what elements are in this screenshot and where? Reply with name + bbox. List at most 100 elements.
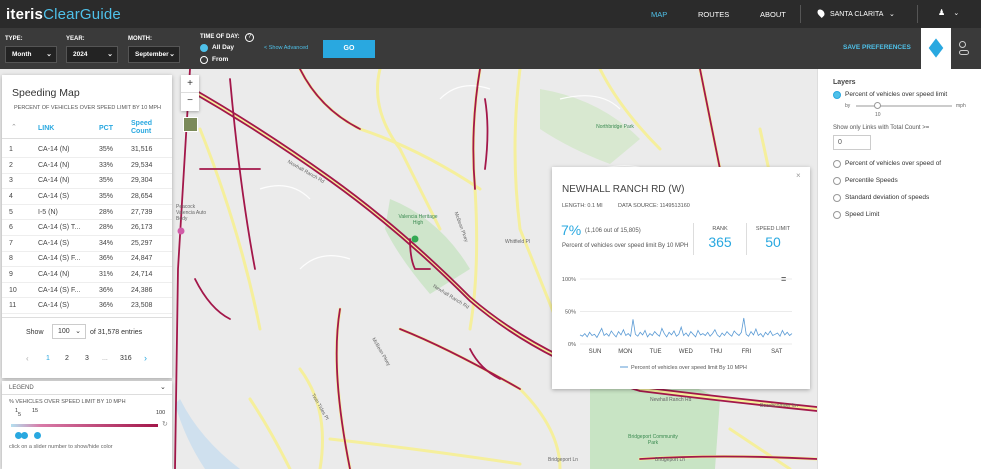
page-316[interactable]: 316 — [120, 355, 132, 362]
route-toggle-button[interactable] — [954, 40, 974, 58]
layer-radio-speed-limit[interactable] — [833, 211, 841, 219]
map-canvas[interactable]: Newhall Ranch Rd Newhall Ranch Rd Newhal… — [0, 69, 817, 469]
month-select[interactable]: September ⌄ — [128, 46, 180, 63]
row-number: 10 — [9, 286, 17, 294]
page-3[interactable]: 3 — [85, 355, 89, 362]
year-select[interactable]: 2024 ⌄ — [66, 46, 118, 63]
user-icon: ♟ — [938, 8, 946, 17]
row-number: 5 — [9, 208, 13, 216]
layer-radio-percentile[interactable] — [833, 177, 841, 185]
col-count[interactable]: Speed Count — [131, 120, 152, 136]
table-row[interactable]: 1 CA-14 (N) 35% 31,516 — [2, 142, 172, 158]
table-row[interactable]: 9 CA-14 (N) 31% 24,714 — [2, 267, 172, 283]
row-pct: 36% — [99, 286, 114, 294]
table-row[interactable]: 3 CA-14 (N) 35% 29,304 — [2, 173, 172, 189]
slider-handle-15[interactable] — [34, 432, 41, 439]
table-row[interactable]: 11 CA-14 (S) 36% 23,508 — [2, 298, 172, 314]
y-tick-label: 50% — [565, 310, 576, 316]
table-row[interactable]: 10 CA-14 (S) F... 36% 24,386 — [2, 282, 172, 298]
table-row[interactable]: 2 CA-14 (N) 33% 29,534 — [2, 158, 172, 174]
table-row[interactable]: 4 CA-14 (S) 35% 28,654 — [2, 189, 172, 205]
top-navbar: iterisClearGuide MAP ROUTES ABOUT SANTA … — [0, 0, 981, 28]
allday-label: All Day — [212, 44, 235, 51]
reset-icon[interactable]: ↻ — [162, 420, 168, 428]
speed-limit-label: SPEED LIMIT — [755, 226, 791, 232]
layer-radio-pct-over-speed[interactable] — [833, 160, 841, 168]
prev-page-icon[interactable]: ‹ — [26, 354, 29, 363]
row-count: 31,516 — [131, 146, 153, 154]
row-number: 11 — [9, 302, 17, 310]
slider-handle-5[interactable] — [21, 432, 28, 439]
mph-slider[interactable] — [856, 105, 952, 107]
page-size-select[interactable]: 100 ⌄ — [52, 324, 86, 339]
nav-about[interactable]: ABOUT — [760, 10, 786, 19]
table-header: ⌃ LINK PCT Speed Count — [2, 119, 172, 139]
from-radio[interactable] — [200, 56, 208, 64]
save-preferences-link[interactable]: SAVE PREFERENCES — [843, 44, 911, 51]
layers-toggle-button[interactable] — [921, 28, 951, 69]
row-number: 3 — [9, 177, 13, 185]
map-label-beachcomber: Beachcomber Ln — [760, 403, 798, 409]
table-row[interactable]: 5 I-5 (N) 28% 27,739 — [2, 204, 172, 220]
by-label: by — [845, 103, 851, 109]
mph-slider-handle[interactable] — [874, 102, 881, 109]
row-link: CA-14 (S) — [38, 239, 70, 247]
layer-radio-pct-over-limit[interactable] — [833, 91, 841, 99]
legend-subtitle: % VEHICLES OVER SPEED LIMIT BY 10 MPH — [9, 399, 126, 405]
help-icon[interactable]: ? — [245, 33, 254, 42]
map-label-peacock: Peacock Valencia Auto Body — [176, 204, 207, 222]
sort-icon[interactable]: ⌃ — [11, 123, 17, 131]
location-selector[interactable]: SANTA CLARITA ⌄ — [816, 8, 895, 18]
row-link: CA-14 (N) — [38, 177, 70, 185]
go-button[interactable]: GO — [323, 40, 375, 58]
layer-radio-stddev[interactable] — [833, 194, 841, 202]
time-of-day-label: TIME OF DAY: — [200, 34, 240, 40]
layers-title: Layers — [833, 79, 856, 86]
user-menu[interactable]: ♟ ⌄ — [938, 8, 959, 17]
filter-bar: TYPE: Month ⌄ YEAR: 2024 ⌄ MONTH: Septembe… — [0, 28, 981, 69]
next-page-icon[interactable]: › — [144, 353, 147, 363]
page-1[interactable]: 1 — [46, 355, 50, 362]
table-row[interactable]: 7 CA-14 (S) 34% 25,297 — [2, 236, 172, 252]
nav-map[interactable]: MAP — [651, 10, 667, 19]
col-link[interactable]: LINK — [38, 125, 54, 132]
nav-routes[interactable]: ROUTES — [698, 10, 729, 19]
tick-100[interactable]: 100 — [156, 410, 165, 416]
zoom-in-button[interactable]: + — [181, 75, 199, 93]
tick-15[interactable]: 15 — [32, 408, 38, 414]
row-number: 9 — [9, 271, 13, 279]
min-count-input[interactable]: 0 — [833, 135, 871, 150]
app-logo[interactable]: iterisClearGuide — [6, 6, 121, 23]
zoom-out-button[interactable]: − — [181, 93, 199, 111]
allday-radio[interactable] — [200, 44, 208, 52]
row-count: 25,297 — [131, 239, 153, 247]
layers-icon — [928, 38, 944, 58]
satellite-view-toggle[interactable] — [183, 117, 198, 132]
row-count: 29,304 — [131, 177, 153, 185]
page-2[interactable]: 2 — [65, 355, 69, 362]
x-tick-label: THU — [710, 349, 722, 355]
row-link: CA-14 (N) — [38, 161, 70, 169]
layer-label-percentile: Percentile Speeds — [845, 177, 898, 184]
from-label: From — [212, 56, 229, 63]
layer-label-stddev: Standard deviation of speeds — [845, 194, 930, 201]
row-pct: 33% — [99, 161, 114, 169]
collapse-icon[interactable]: ⌄ — [160, 383, 166, 391]
row-link: CA-14 (N) — [38, 271, 70, 279]
table-row[interactable]: 6 CA-14 (S) T... 28% 26,173 — [2, 220, 172, 236]
link-info-popup: × NEWHALL RANCH RD (W) LENGTH: 0.1 MI DA… — [552, 167, 810, 389]
legend-gradient-slider[interactable] — [11, 424, 158, 427]
type-select[interactable]: Month ⌄ — [5, 46, 57, 63]
x-tick-label: FRI — [742, 349, 752, 355]
table-row[interactable]: 8 CA-14 (S) F... 36% 24,847 — [2, 251, 172, 267]
row-count: 23,508 — [131, 302, 153, 310]
layer-label-pct-over-limit: Percent of vehicles over speed limit — [845, 91, 948, 98]
show-label: Show — [26, 329, 44, 336]
row-count: 26,173 — [131, 224, 153, 232]
tick-5[interactable]: 5 — [18, 412, 21, 418]
chevron-down-icon: ⌄ — [169, 51, 175, 58]
type-label: TYPE: — [5, 36, 23, 42]
show-advanced-link[interactable]: < Show Advanced — [264, 45, 308, 51]
close-icon[interactable]: × — [796, 171, 801, 180]
col-pct[interactable]: PCT — [99, 125, 113, 132]
